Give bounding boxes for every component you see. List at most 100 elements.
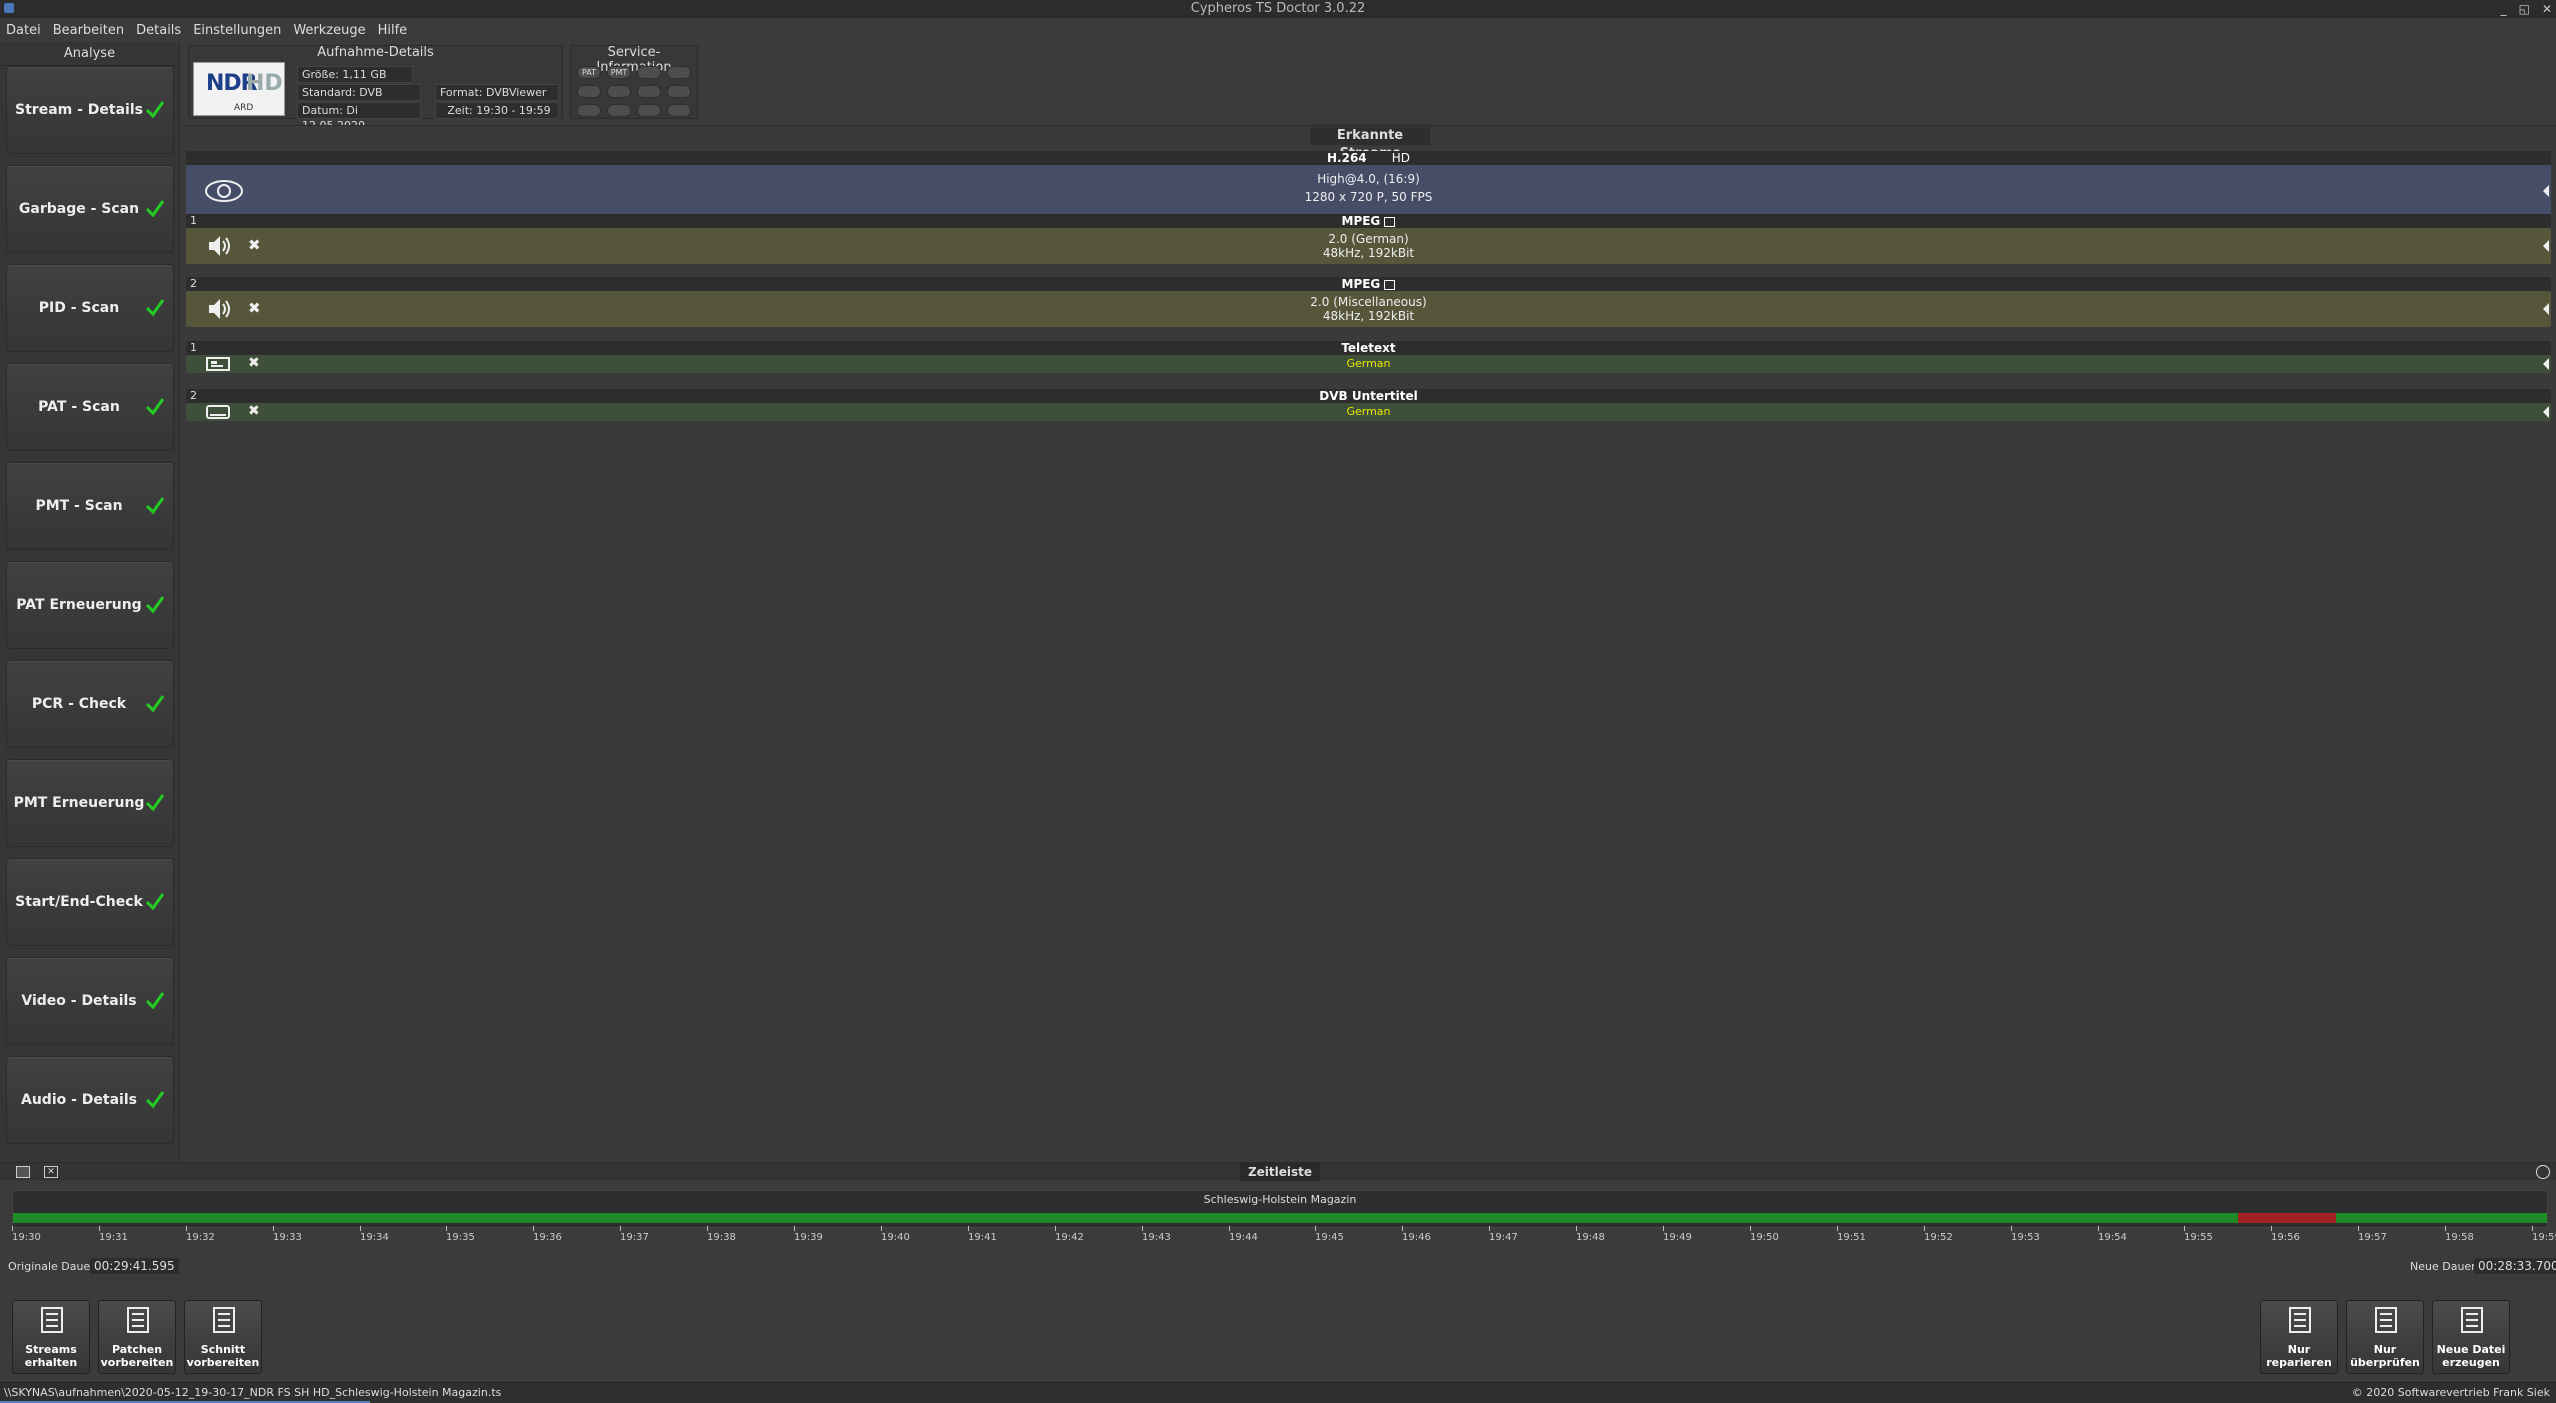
menu-hilfe[interactable]: Hilfe xyxy=(372,20,414,42)
analyse-item-6[interactable]: PCR - Check xyxy=(6,660,174,748)
tick-mark xyxy=(1055,1226,1056,1231)
menu-einstellungen[interactable]: Einstellungen xyxy=(187,20,287,42)
tick-mark xyxy=(968,1226,969,1231)
tick-mark xyxy=(2184,1226,2185,1231)
analyse-item-0[interactable]: Stream - Details xyxy=(6,66,174,154)
clock-icon[interactable] xyxy=(2536,1165,2550,1179)
tick-mark xyxy=(1663,1226,1664,1231)
expand-arrow-icon[interactable] xyxy=(2543,240,2549,252)
datum-field: Datum: Di 12.05.2020 xyxy=(297,102,421,132)
stream-video[interactable]: H.264 HD High@4.0, (16:9) 1280 x 720 P, 50… xyxy=(186,151,2551,217)
nur-ueberpruefen-icon xyxy=(2375,1307,2397,1333)
stream-header: 2 MPEG xyxy=(186,277,2551,291)
status-bar: \\SKYNAS\aufnahmen\2020-05-12_19-30-17_N… xyxy=(0,1382,2556,1403)
service-pill[interactable] xyxy=(637,66,661,79)
stream-audio[interactable]: 2 MPEG 2.0 (Miscellaneous) 48kHz, 192kBit ✖ xyxy=(186,277,2551,327)
neue-datei-erzeugen-button[interactable]: Neue Datei erzeugen xyxy=(2432,1300,2510,1374)
service-pill[interactable] xyxy=(577,104,601,117)
maximize-button[interactable]: ◱ xyxy=(2519,0,2530,18)
close-button[interactable]: ✕ xyxy=(2542,0,2552,18)
analyse-item-8[interactable]: Start/End-Check xyxy=(6,858,174,946)
analyse-item-label: PCR - Check xyxy=(31,696,127,712)
checkmark-icon xyxy=(145,893,165,911)
analyse-item-1[interactable]: Garbage - Scan xyxy=(6,165,174,253)
tick-mark xyxy=(99,1226,100,1231)
schnitt-vorbereiten-button[interactable]: Schnitt vorbereiten xyxy=(184,1300,262,1374)
analyse-item-7[interactable]: PMT Erneuerung xyxy=(6,759,174,847)
analyse-item-2[interactable]: PID - Scan xyxy=(6,264,174,352)
service-pill[interactable]: PMT xyxy=(607,66,631,79)
timeline-tick: 19:33 xyxy=(273,1232,302,1243)
timeline-tick: 19:56 xyxy=(2271,1232,2300,1243)
nur-reparieren-button[interactable]: Nur reparieren xyxy=(2260,1300,2338,1374)
zeit-field: Zeit: 19:30 - 19:59 xyxy=(435,102,559,119)
tools-icon[interactable]: ✖ xyxy=(248,355,260,371)
title-bar: Cypheros TS Doctor 3.0.22 _ ◱ ✕ xyxy=(0,0,2556,18)
tools-icon[interactable]: ✖ xyxy=(248,299,261,317)
stream-body[interactable]: High@4.0, (16:9) 1280 x 720 P, 50 FPS xyxy=(186,165,2551,217)
analyse-item-4[interactable]: PMT - Scan xyxy=(6,462,174,550)
timeline-track[interactable]: Schleswig-Holstein Magazin xyxy=(12,1190,2548,1228)
expand-arrow-icon[interactable] xyxy=(2543,358,2549,370)
stream-subtitle[interactable]: 2 DVB Untertitel German ✖ xyxy=(186,389,2551,421)
tick-mark xyxy=(1924,1226,1925,1231)
tick-mark xyxy=(2011,1226,2012,1231)
file-path: \\SKYNAS\aufnahmen\2020-05-12_19-30-17_N… xyxy=(4,1386,502,1399)
button-label-2: überprüfen xyxy=(2350,1356,2420,1369)
service-pill[interactable] xyxy=(577,85,601,98)
menu-datei[interactable]: Datei xyxy=(0,20,47,42)
stream-body[interactable]: 2.0 (Miscellaneous) 48kHz, 192kBit ✖ xyxy=(186,291,2551,327)
stream-detail: 2.0 (German) xyxy=(1328,232,1409,246)
expand-arrow-icon[interactable] xyxy=(2543,406,2549,418)
new-duration-label: Neue Dauer: xyxy=(2410,1260,2480,1273)
patchen-vorbereiten-button[interactable]: Patchen vorbereiten xyxy=(98,1300,176,1374)
stream-audio[interactable]: 1 MPEG 2.0 (German) 48kHz, 192kBit ✖ xyxy=(186,214,2551,264)
timeline-tick: 19:48 xyxy=(1576,1232,1605,1243)
app-icon[interactable] xyxy=(4,3,14,13)
analyse-item-5[interactable]: PAT Erneuerung xyxy=(6,561,174,649)
service-pill[interactable] xyxy=(667,104,691,117)
tools-icon[interactable]: ✖ xyxy=(248,403,260,419)
nur-ueberpruefen-button[interactable]: Nur überprüfen xyxy=(2346,1300,2424,1374)
stream-detail: 2.0 (Miscellaneous) xyxy=(1310,295,1427,309)
minimize-button[interactable]: _ xyxy=(2501,0,2507,18)
service-pill[interactable] xyxy=(637,104,661,117)
menu-werkzeuge[interactable]: Werkzeuge xyxy=(287,20,371,42)
analyse-item-label: Audio - Details xyxy=(21,1092,137,1108)
analyse-item-10[interactable]: Audio - Details xyxy=(6,1056,174,1144)
timeline-tick: 19:36 xyxy=(533,1232,562,1243)
timeline-keep-band[interactable] xyxy=(13,1213,2547,1223)
tick-mark xyxy=(2532,1226,2533,1231)
stream-teletext[interactable]: 1 Teletext German ✖ xyxy=(186,341,2551,373)
analyse-item-label: PMT - Scan xyxy=(35,498,123,514)
button-label-1: Schnitt xyxy=(200,1343,246,1356)
menu-bearbeiten[interactable]: Bearbeiten xyxy=(47,20,130,42)
analyse-item-3[interactable]: PAT - Scan xyxy=(6,363,174,451)
save-icon[interactable] xyxy=(16,1166,30,1178)
stream-body[interactable]: German ✖ xyxy=(186,355,2551,373)
stream-body[interactable]: 2.0 (German) 48kHz, 192kBit ✖ xyxy=(186,228,2551,264)
service-pill[interactable] xyxy=(607,104,631,117)
checkmark-icon xyxy=(145,497,165,515)
checkmark-icon xyxy=(145,695,165,713)
cut-icon[interactable]: ✕ xyxy=(44,1166,58,1178)
timeline-tick: 19:39 xyxy=(794,1232,823,1243)
timeline-tick: 19:50 xyxy=(1750,1232,1779,1243)
menu-details[interactable]: Details xyxy=(130,20,187,42)
stream-detail: 48kHz, 192kBit xyxy=(1322,246,1415,260)
service-pill[interactable] xyxy=(607,85,631,98)
menu-bar: Datei Bearbeiten Details Einstellungen W… xyxy=(0,20,413,42)
service-pill[interactable] xyxy=(637,85,661,98)
service-pill[interactable] xyxy=(667,85,691,98)
service-pill[interactable]: PAT xyxy=(577,66,601,79)
service-pill[interactable] xyxy=(667,66,691,79)
stream-body[interactable]: German ✖ xyxy=(186,403,2551,421)
streams-erhalten-button[interactable]: Streams erhalten xyxy=(12,1300,90,1374)
timeline-cut-band[interactable] xyxy=(2238,1213,2336,1223)
analyse-item-9[interactable]: Video - Details xyxy=(6,957,174,1045)
stream-header: 1 MPEG xyxy=(186,214,2551,228)
expand-arrow-icon[interactable] xyxy=(2543,303,2549,315)
tools-icon[interactable]: ✖ xyxy=(248,236,261,254)
expand-arrow-icon[interactable] xyxy=(2543,185,2549,197)
stream-codec-label: DVB Untertitel xyxy=(1319,389,1418,403)
